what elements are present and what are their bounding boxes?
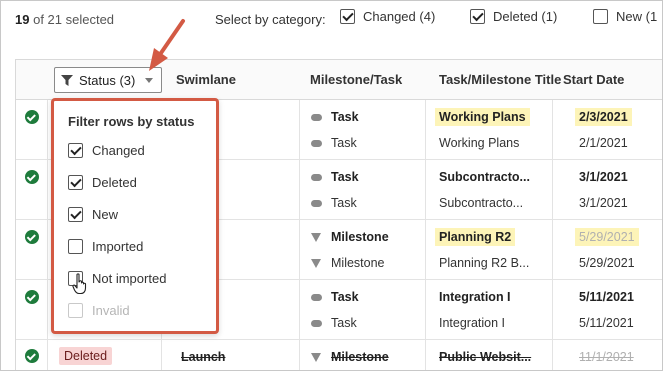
row-start-date: 11/1/2021 [579, 350, 634, 364]
row-start-date: 3/1/2021 [579, 170, 628, 184]
status-option-changed[interactable]: Changed [68, 143, 145, 158]
status-badge: Deleted [59, 347, 113, 365]
option-label: Not imported [92, 271, 167, 286]
row-start-date: 3/1/2021 [579, 196, 628, 210]
check-circle-icon [25, 349, 39, 363]
milestone-icon [311, 259, 321, 268]
task-icon [311, 320, 322, 327]
row-start-date: 5/29/2021 [575, 228, 639, 246]
checkbox-icon[interactable] [470, 9, 485, 24]
header-start-date[interactable]: Start Date [563, 72, 624, 87]
row-start-date: 5/11/2021 [579, 316, 634, 330]
task-icon [311, 114, 322, 121]
header-swimlane[interactable]: Swimlane [176, 72, 236, 87]
option-label: Changed [92, 143, 145, 158]
status-option-new[interactable]: New [68, 207, 118, 222]
row-type: Task [331, 316, 357, 330]
row-title: Subcontracto... [439, 196, 524, 210]
row-type: Task [331, 290, 359, 304]
checkbox-icon[interactable] [68, 175, 83, 190]
selected-count: 19 [15, 12, 30, 27]
status-filter-button[interactable]: Status (3) [54, 67, 162, 93]
row-type: Milestone [331, 256, 385, 270]
table-row[interactable]: Deleted Launch Milestone Public Websit..… [16, 339, 662, 370]
selection-toolbar: 19 of 21 selected Select by category: Ch… [1, 1, 662, 43]
row-title: Public Websit... [439, 350, 532, 364]
task-icon [311, 140, 322, 147]
header-milestone-task[interactable]: Milestone/Task [310, 72, 402, 87]
option-label: New [92, 207, 119, 222]
milestone-icon [311, 353, 321, 362]
category-changed-checkbox[interactable]: Changed (4) [340, 9, 435, 24]
selected-total: of 21 selected [33, 12, 115, 27]
row-title: Planning R2 [435, 228, 516, 246]
row-title: Planning R2 B... [439, 256, 530, 270]
category-new-checkbox[interactable]: New (1 [593, 9, 657, 24]
popup-title: Filter rows by status [68, 114, 195, 129]
row-start-date: 2/3/2021 [575, 108, 632, 126]
category-deleted-checkbox[interactable]: Deleted (1) [470, 9, 557, 24]
task-icon [311, 200, 322, 207]
row-title: Subcontracto... [439, 170, 530, 184]
option-label: Imported [92, 239, 144, 254]
checkbox-icon[interactable] [68, 207, 83, 222]
header-title[interactable]: Task/Milestone Title [439, 72, 561, 87]
row-swimlane: Launch [181, 350, 226, 364]
task-icon [311, 174, 322, 181]
row-start-date: 5/29/2021 [579, 256, 635, 270]
checkbox-icon[interactable] [68, 239, 83, 254]
selection-count: 19 of 21 selected [15, 12, 114, 27]
check-circle-icon [25, 290, 39, 304]
category-new-label: New (1 [616, 9, 658, 24]
row-title: Working Plans [439, 136, 520, 150]
row-start-date: 2/1/2021 [579, 136, 628, 150]
check-circle-icon [25, 170, 39, 184]
status-option-invalid: Invalid [68, 303, 130, 318]
milestone-icon [311, 233, 321, 242]
category-label: Select by category: [215, 12, 326, 27]
grid-header: Status (3) Swimlane Milestone/Task Task/… [16, 60, 662, 100]
checkbox-icon[interactable] [593, 9, 608, 24]
row-title: Integration I [439, 316, 506, 330]
category-changed-label: Changed (4) [363, 9, 436, 24]
status-filter-label: Status (3) [79, 72, 136, 88]
status-option-deleted[interactable]: Deleted [68, 175, 137, 190]
chevron-down-icon [145, 77, 153, 83]
row-type: Milestone [331, 230, 389, 244]
option-label: Invalid [92, 303, 130, 318]
window: 19 of 21 selected Select by category: Ch… [0, 0, 663, 371]
category-deleted-label: Deleted (1) [493, 9, 558, 24]
task-icon [311, 294, 322, 301]
check-circle-icon [25, 230, 39, 244]
status-filter-popup: Filter rows by status Changed Deleted Ne… [51, 98, 219, 334]
status-option-imported[interactable]: Imported [68, 239, 143, 254]
checkbox-icon[interactable] [340, 9, 355, 24]
hand-cursor-icon [72, 273, 87, 295]
row-title: Integration I [439, 290, 511, 304]
checkbox-icon[interactable] [68, 143, 83, 158]
row-type: Task [331, 170, 359, 184]
checkbox-icon [68, 303, 83, 318]
row-title: Working Plans [435, 108, 530, 126]
filter-icon [61, 74, 73, 86]
row-type: Task [331, 196, 357, 210]
row-type: Milestone [331, 350, 389, 364]
row-type: Task [331, 110, 359, 124]
row-start-date: 5/11/2021 [579, 290, 634, 304]
check-circle-icon [25, 110, 39, 124]
option-label: Deleted [92, 175, 137, 190]
row-type: Task [331, 136, 357, 150]
